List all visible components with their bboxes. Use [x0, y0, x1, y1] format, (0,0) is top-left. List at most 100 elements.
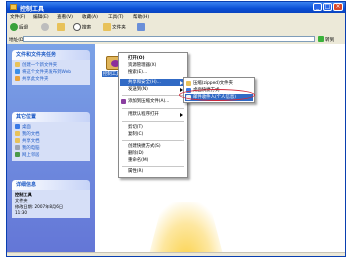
search-button[interactable]: 搜索	[73, 23, 91, 33]
search-label: 搜索	[82, 25, 92, 31]
task-new-folder[interactable]: 创建一个新文件夹	[15, 62, 87, 69]
ctx-open[interactable]: 打开(O)	[120, 55, 186, 62]
menu-item-label: 复制(C)	[128, 132, 144, 137]
menu-item-label: 用默认程序打开	[128, 112, 159, 117]
place-my-computer[interactable]: 我的电脑	[15, 145, 87, 152]
tasks-header[interactable]: 文件和文件夹任务	[12, 50, 90, 60]
menu-separator	[122, 95, 184, 96]
archive-icon	[121, 99, 126, 104]
up-button[interactable]	[57, 23, 66, 33]
ctx-properties[interactable]: 属性(R)	[120, 168, 186, 175]
network-icon	[15, 152, 20, 157]
menu-item-label: 重命名(M)	[128, 158, 149, 163]
folders-button[interactable]: 文件夹	[103, 23, 126, 33]
address-field[interactable]	[23, 36, 315, 42]
documents-icon	[15, 131, 20, 136]
go-button[interactable]: 转到	[325, 37, 334, 43]
ctx-search[interactable]: 搜索(E)...	[120, 69, 186, 76]
menu-favorites[interactable]: 收藏(A)	[82, 14, 98, 20]
menu-item-label: 创建快捷方式(S)	[128, 144, 161, 149]
menu-separator	[122, 121, 184, 122]
places-header[interactable]: 其它位置	[12, 112, 90, 122]
menu-item-label: 共享和安全(H)...	[128, 80, 161, 85]
menu-item-label: 资源管理器(X)	[128, 63, 157, 68]
close-button[interactable]: ×	[333, 3, 343, 11]
place-shared-documents[interactable]: 共享文档	[15, 138, 87, 145]
place-network[interactable]: 网上邻居	[15, 152, 87, 159]
title-bar[interactable]: 控制工具 _ □ ×	[7, 2, 345, 13]
place-label: 共享文档	[22, 139, 40, 144]
ctx-open-with[interactable]: 用默认程序打开	[120, 111, 186, 118]
share-icon	[15, 76, 20, 81]
menu-separator	[122, 108, 184, 109]
desktop-icon	[15, 124, 20, 129]
menu-item-label: 搜索(E)...	[128, 70, 148, 75]
sub-zip-folder[interactable]: 压缩(zipped)文件夹	[185, 80, 253, 87]
folders-icon	[103, 23, 111, 31]
ctx-explore[interactable]: 资源管理器(X)	[120, 62, 186, 69]
menu-item-label: 剪切(T)	[128, 125, 143, 130]
new-folder-icon	[15, 62, 20, 67]
ctx-sharing[interactable]: 共享和安全(H)...	[120, 79, 186, 86]
menu-edit[interactable]: 编辑(E)	[33, 14, 49, 20]
back-arrow-icon	[10, 23, 18, 31]
task-share-folder[interactable]: 共享此文件夹	[15, 76, 87, 83]
submenu-arrow-icon	[180, 113, 183, 117]
context-menu: 打开(O) 资源管理器(X) 搜索(E)... 共享和安全(H)... 发送到(…	[118, 52, 188, 178]
place-label: 我的电脑	[22, 146, 40, 151]
place-label: 网上邻居	[22, 153, 40, 158]
menu-item-label: 打开(O)	[128, 56, 145, 61]
places-panel: 其它位置 桌面 我的文档 共享文档 我的电脑 网上邻居	[12, 112, 90, 161]
place-my-documents[interactable]: 我的文档	[15, 131, 87, 138]
task-publish-web[interactable]: 将这个文件夹发布到Web	[15, 69, 87, 76]
ctx-add-archive[interactable]: 添加到压缩文件(A)...	[120, 98, 186, 105]
ctx-cut[interactable]: 剪切(T)	[120, 124, 186, 131]
menu-item-label: 压缩(zipped)文件夹	[193, 81, 233, 86]
maximize-button[interactable]: □	[323, 3, 332, 11]
task-label: 共享此文件夹	[22, 77, 49, 82]
back-label: 后退	[19, 25, 29, 31]
toolbar: 后退 搜索 文件夹	[7, 21, 345, 36]
tasks-panel: 文件和文件夹任务 创建一个新文件夹 将这个文件夹发布到Web 共享此文件夹	[12, 50, 90, 85]
place-desktop[interactable]: 桌面	[15, 124, 87, 131]
folder-up-icon	[57, 23, 65, 31]
menu-item-label: 属性(R)	[128, 169, 144, 174]
ctx-delete[interactable]: 删除(D)	[120, 150, 186, 157]
ctx-rename[interactable]: 重命名(M)	[120, 157, 186, 164]
task-label: 将这个文件夹发布到Web	[22, 70, 72, 75]
details-panel: 详细信息 控制工具 文件夹 修改日期: 2007年8月6日 11:30	[12, 180, 90, 218]
status-bar	[7, 252, 345, 256]
menu-help[interactable]: 帮助(H)	[133, 14, 149, 20]
menu-item-label: 删除(D)	[128, 151, 144, 156]
details-time: 11:30	[15, 210, 28, 215]
place-label: 我的文档	[22, 132, 40, 137]
menu-file[interactable]: 文件(F)	[10, 14, 25, 20]
ctx-copy[interactable]: 复制(C)	[120, 131, 186, 138]
folder-icon	[10, 4, 17, 10]
menu-item-label: 发送到(N)	[128, 87, 148, 92]
menu-tools[interactable]: 工具(T)	[108, 14, 124, 20]
task-label: 创建一个新文件夹	[22, 63, 58, 68]
go-arrow-icon[interactable]	[318, 36, 324, 42]
ctx-create-shortcut[interactable]: 创建快捷方式(S)	[120, 143, 186, 150]
menu-item-label: 添加到压缩文件(A)...	[128, 99, 170, 104]
place-label: 桌面	[22, 125, 31, 130]
minimize-button[interactable]: _	[313, 3, 322, 11]
ctx-send-to[interactable]: 发送到(N)	[120, 86, 186, 93]
menu-separator	[122, 140, 184, 141]
computer-icon	[15, 145, 20, 150]
globe-icon	[15, 69, 20, 74]
views-icon	[137, 23, 145, 31]
details-header[interactable]: 详细信息	[12, 180, 90, 190]
highlight-circle-annotation	[179, 89, 255, 101]
search-icon	[73, 23, 81, 31]
back-button[interactable]: 后退	[10, 23, 28, 33]
views-button[interactable]	[137, 23, 146, 33]
task-pane: 文件和文件夹任务 创建一个新文件夹 将这个文件夹发布到Web 共享此文件夹 其它…	[7, 44, 95, 256]
menu-view[interactable]: 查看(V)	[57, 14, 73, 20]
shared-folder-icon	[15, 138, 20, 143]
menu-separator	[122, 166, 184, 167]
forward-button[interactable]	[41, 23, 50, 33]
folders-label: 文件夹	[112, 25, 126, 31]
zip-folder-icon	[186, 81, 191, 86]
